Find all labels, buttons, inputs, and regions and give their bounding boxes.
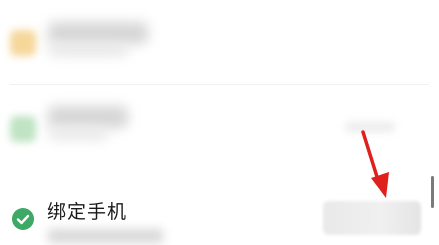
blurred-list-item[interactable] (0, 0, 439, 80)
blurred-app-icon (10, 116, 36, 142)
blurred-button-label (323, 201, 421, 235)
blurred-app-icon (10, 30, 36, 56)
blurred-item-title (48, 106, 128, 128)
blurred-item-subtitle (48, 128, 108, 140)
scrollbar-thumb[interactable] (431, 176, 434, 208)
blurred-item-title (48, 22, 148, 44)
check-circle-icon (12, 208, 34, 230)
bind-phone-action-button[interactable] (323, 201, 421, 235)
bind-phone-title: 绑定手机 (47, 201, 128, 223)
blurred-item-action (345, 122, 395, 132)
list-divider (10, 84, 429, 85)
blurred-item-subtitle (48, 44, 128, 56)
blurred-phone-number (48, 229, 163, 243)
settings-screen: 绑定手机 (0, 0, 439, 245)
blurred-list-item[interactable] (0, 88, 439, 170)
bind-phone-row[interactable]: 绑定手机 (0, 185, 439, 245)
